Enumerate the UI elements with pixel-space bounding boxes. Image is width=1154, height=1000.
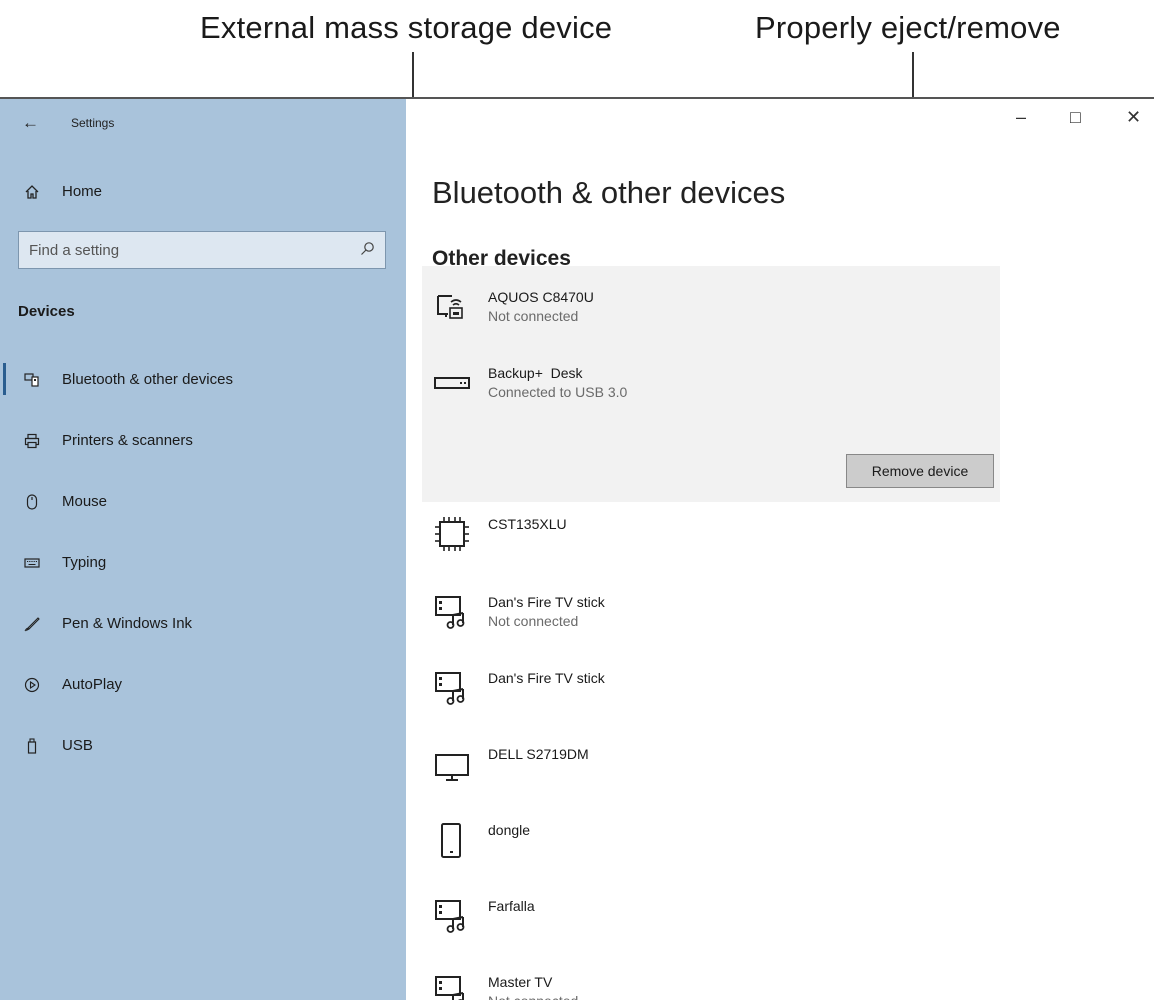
device-item[interactable]: CST135XLU [432,514,567,554]
sidebar-item-label: Pen & Windows Ink [62,615,193,632]
media-device-icon [432,896,472,936]
device-item[interactable]: Master TV Not connected [432,972,578,1000]
keyboard-icon [24,555,40,571]
back-arrow-icon[interactable]: ← [22,113,39,133]
device-item[interactable]: dongle [432,820,530,860]
monitor-icon [432,744,472,784]
media-device-icon [432,668,472,708]
sidebar-item-pen[interactable]: Pen & Windows Ink [24,615,192,632]
printer-icon [24,433,40,449]
callout-external-device: External mass storage device [200,10,613,45]
window-title: Settings [71,116,115,130]
device-item[interactable]: Dan's Fire TV stick [432,668,605,708]
device-status: Not connected [488,613,579,629]
page-title: Bluetooth & other devices [432,175,786,210]
sidebar-item-label: Mouse [62,493,108,510]
bluetooth-devices-icon [24,372,40,388]
device-item-selected[interactable]: Backup+ Desk Connected to USB 3.0 [432,363,627,403]
home-icon [24,184,40,200]
sidebar-item-label: Home [62,183,103,200]
usb-icon [24,737,40,754]
callout-eject: Properly eject/remove [755,10,1061,45]
device-item[interactable]: Dan's Fire TV stick Not connected [432,592,605,632]
sidebar-item-label: AutoPlay [62,676,123,693]
search-input[interactable]: Find a setting [18,231,386,269]
device-status: Connected to USB 3.0 [488,384,628,400]
wireless-display-icon [432,287,472,327]
sidebar: ← Settings Home Find a setting Devices B… [0,99,406,1000]
media-device-icon [432,592,472,632]
chip-icon [432,514,472,554]
device-name: dongle [488,822,531,838]
search-placeholder: Find a setting [29,241,120,259]
remove-device-button[interactable]: Remove device [846,454,994,488]
device-item[interactable]: Farfalla [432,896,535,936]
sidebar-item-bluetooth[interactable]: Bluetooth & other devices [24,371,233,388]
sidebar-item-label: Bluetooth & other devices [62,371,233,388]
selection-indicator [3,363,6,395]
pen-icon [24,616,40,632]
sidebar-item-label: USB [62,737,93,754]
device-name: AQUOS C8470U [488,289,594,305]
device-name: Farfalla [488,898,535,914]
device-name: Dan's Fire TV stick [488,594,605,610]
search-icon[interactable] [360,241,375,260]
minimize-button[interactable]: – [1016,107,1026,128]
sidebar-item-home[interactable]: Home [24,183,102,200]
device-name: Dan's Fire TV stick [488,670,605,686]
device-name: CST135XLU [488,516,567,532]
device-name: Backup+ Desk [488,365,583,381]
maximize-button[interactable]: □ [1070,107,1081,128]
sidebar-item-label: Printers & scanners [62,432,193,449]
settings-window: ← Settings Home Find a setting Devices B… [0,97,1154,1000]
main-content: – □ ✕ Bluetooth & other devices Other de… [406,99,1154,1000]
sidebar-item-label: Typing [62,554,107,571]
device-item[interactable]: AQUOS C8470U Not connected [432,287,594,327]
title-bar: ← Settings [22,113,114,133]
sidebar-item-typing[interactable]: Typing [24,554,106,571]
sidebar-item-mouse[interactable]: Mouse [24,493,107,510]
device-status: Not connected [488,308,579,324]
sidebar-item-printers[interactable]: Printers & scanners [24,432,193,449]
close-button[interactable]: ✕ [1126,107,1141,128]
sidebar-item-autoplay[interactable]: AutoPlay [24,676,122,693]
phone-icon [432,820,472,860]
media-device-icon [432,972,472,1000]
device-status: Not connected [488,991,578,1000]
mouse-icon [24,493,40,510]
autoplay-icon [24,677,40,693]
drive-icon [432,363,472,403]
device-name: Master TV [488,974,553,990]
device-item[interactable]: DELL S2719DM [432,744,589,784]
sidebar-item-usb[interactable]: USB [24,737,93,754]
sidebar-section-label: Devices [18,303,75,320]
device-name: DELL S2719DM [488,746,589,762]
